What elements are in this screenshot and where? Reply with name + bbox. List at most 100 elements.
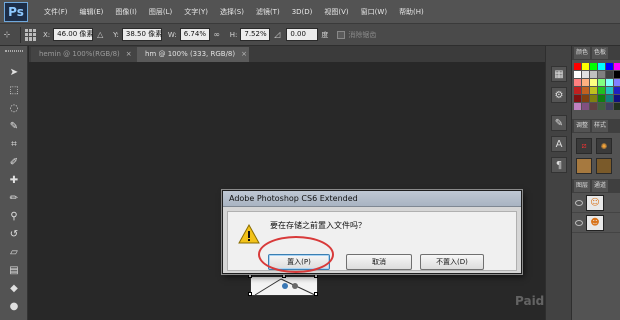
menu-item[interactable]: 窗口(W) [355,0,393,24]
close-icon[interactable]: × [126,47,132,62]
placed-image[interactable] [248,274,318,296]
eyedropper-tool-icon[interactable]: ✐ [5,156,23,170]
color-swatch[interactable] [614,63,620,70]
brush-tool-icon[interactable]: ✏ [5,192,23,206]
color-swatch[interactable] [582,95,589,102]
tab-channels[interactable]: 通道 [592,180,609,192]
color-swatch[interactable] [582,103,589,110]
menu-item[interactable]: 文件(F) [38,0,74,24]
layer-row[interactable]: ☺ [572,193,620,213]
color-swatch[interactable] [614,95,620,102]
menu-item[interactable]: 视图(V) [318,0,354,24]
eraser-tool-icon[interactable]: ▱ [5,246,23,260]
color-swatch[interactable] [614,103,620,110]
transform-handle[interactable] [282,274,286,278]
dodge-tool-icon[interactable]: ● [5,300,23,314]
menu-item[interactable]: 文字(Y) [178,0,214,24]
healing-brush-tool-icon[interactable]: ✚ [5,174,23,188]
dont-place-button[interactable]: 不置入(D) [420,254,484,270]
move-tool-options-icon[interactable]: ⊹ [0,28,14,41]
color-swatch[interactable] [574,87,581,94]
transform-handle[interactable] [314,292,318,296]
color-swatch[interactable] [606,87,613,94]
width-input[interactable]: 6.74% [179,28,210,41]
transform-handle[interactable] [248,274,252,278]
color-swatch[interactable] [582,79,589,86]
height-input[interactable]: 7.52% [240,28,271,41]
color-swatch[interactable] [590,95,597,102]
cancel-button[interactable]: 取消 [346,254,412,270]
relative-position-icon[interactable]: △ [93,28,107,41]
menu-item[interactable]: 帮助(H) [393,0,430,24]
color-swatch[interactable] [582,71,589,78]
transform-handle[interactable] [248,292,252,296]
toolbar-grip[interactable] [5,50,23,60]
reference-point-icon[interactable] [25,28,37,41]
menu-item[interactable]: 3D(D) [286,0,319,24]
quick-select-tool-icon[interactable]: ✎ [5,120,23,134]
menu-item[interactable]: 编辑(E) [74,0,110,24]
history-icon[interactable]: ▦ [551,66,567,82]
color-swatch[interactable] [598,79,605,86]
color-swatch[interactable] [590,63,597,70]
style-none-icon[interactable]: ⧄ [576,138,592,154]
move-tool-icon[interactable]: ➤ [5,66,23,80]
tab-color[interactable]: 颜色 [574,47,591,59]
color-swatch[interactable] [574,63,581,70]
style-wood-icon[interactable] [576,158,592,174]
menu-item[interactable]: 图像(I) [109,0,143,24]
tab-hemin[interactable]: hemin @ 100%(RGB/8) × [31,47,137,62]
color-swatch[interactable] [598,103,605,110]
color-swatch[interactable] [614,71,620,78]
x-input[interactable]: 46.00 像素 [53,28,93,41]
properties-icon[interactable]: ⚙ [551,87,567,103]
brush-panel-icon[interactable]: ✎ [551,115,567,131]
visibility-eye-icon[interactable] [575,199,583,206]
anti-alias-checkbox[interactable] [337,30,346,39]
tab-adjustments[interactable]: 调整 [574,120,591,132]
color-swatch[interactable] [606,79,613,86]
tab-layers[interactable]: 图层 [574,180,591,192]
blur-tool-icon[interactable]: ◆ [5,282,23,296]
color-swatch[interactable] [614,87,620,94]
menu-item[interactable]: 滤镜(T) [250,0,286,24]
color-swatch[interactable] [590,103,597,110]
layer-row[interactable]: ☻ [572,213,620,233]
gradient-tool-icon[interactable]: ▤ [5,264,23,278]
lasso-tool-icon[interactable]: ◌ [5,102,23,116]
color-swatch[interactable] [574,95,581,102]
crop-tool-icon[interactable]: ⌗ [5,138,23,152]
menu-item[interactable]: 选择(S) [214,0,250,24]
color-swatch[interactable] [598,63,605,70]
color-swatch[interactable] [614,79,620,86]
angle-input[interactable]: 0.00 [286,28,319,41]
color-swatch[interactable] [606,71,613,78]
color-swatch[interactable] [606,95,613,102]
marquee-tool-icon[interactable]: ⬚ [5,84,23,98]
color-swatch[interactable] [590,87,597,94]
tab-hm[interactable]: hm @ 100% (333, RGB/8) × [137,47,249,62]
clone-stamp-tool-icon[interactable]: ⚲ [5,210,23,224]
menu-item[interactable]: 图层(L) [143,0,178,24]
color-swatch[interactable] [582,63,589,70]
color-swatch[interactable] [574,79,581,86]
y-input[interactable]: 38.50 像素 [121,28,162,41]
tab-styles[interactable]: 样式 [592,120,609,132]
color-swatch[interactable] [590,71,597,78]
color-swatch[interactable] [582,87,589,94]
color-swatch[interactable] [574,103,581,110]
color-swatch[interactable] [590,79,597,86]
color-swatch[interactable] [606,63,613,70]
link-icon[interactable]: ∞ [210,28,224,41]
color-swatch[interactable] [574,71,581,78]
color-swatch[interactable] [598,71,605,78]
color-swatch[interactable] [598,95,605,102]
visibility-eye-icon[interactable] [575,219,583,226]
tab-swatches[interactable]: 色板 [592,47,609,59]
color-swatch[interactable] [598,87,605,94]
paragraph-icon[interactable]: ¶ [551,157,567,173]
transform-handle[interactable] [314,274,318,278]
style-bronze-icon[interactable] [596,158,612,174]
history-brush-tool-icon[interactable]: ↺ [5,228,23,242]
character-icon[interactable]: A [551,136,567,152]
